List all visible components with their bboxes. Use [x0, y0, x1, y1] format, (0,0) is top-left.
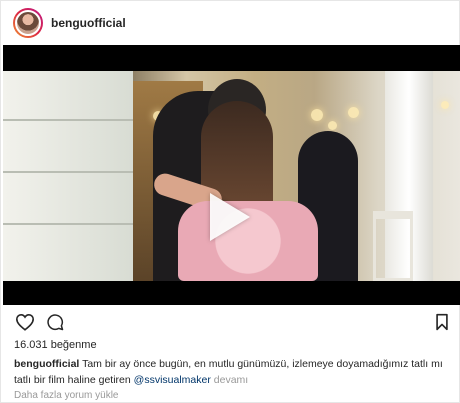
- heart-icon[interactable]: [15, 313, 35, 336]
- load-more-comments[interactable]: Daha fazla yorum yükle: [14, 390, 119, 401]
- profile-avatar[interactable]: [13, 8, 43, 38]
- bookmark-icon[interactable]: [435, 313, 449, 336]
- video-frame: [3, 71, 460, 281]
- video-player[interactable]: [3, 45, 460, 305]
- play-icon[interactable]: [210, 193, 250, 241]
- post-caption: benguofficial Tam bir ay önce bugün, en …: [14, 356, 454, 388]
- instagram-post: benguofficial 16.031 beğenme benguoffici…: [0, 0, 460, 403]
- video-chair: [373, 211, 413, 281]
- caption-username[interactable]: benguofficial: [14, 358, 79, 370]
- like-count[interactable]: 16.031 beğenme: [14, 339, 97, 351]
- caption-mention[interactable]: @ssvisualmaker: [134, 374, 211, 386]
- post-header: benguofficial: [1, 1, 460, 45]
- caption-more-link[interactable]: devamı: [214, 374, 248, 386]
- comment-icon[interactable]: [46, 313, 64, 336]
- avatar-image: [15, 10, 41, 36]
- video-wall: [3, 71, 133, 281]
- post-actions: [1, 311, 460, 339]
- post-username[interactable]: benguofficial: [51, 16, 126, 30]
